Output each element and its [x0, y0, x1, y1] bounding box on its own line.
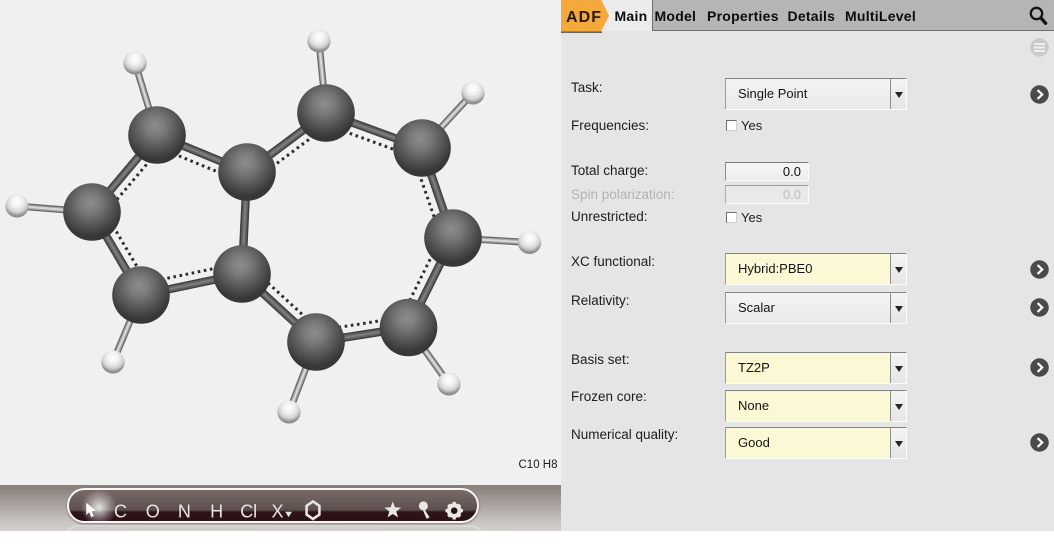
- svg-text:C: C: [114, 502, 127, 522]
- svg-text:O: O: [146, 502, 160, 522]
- svg-text:H: H: [210, 502, 223, 522]
- svg-text:Cl: Cl: [240, 502, 257, 522]
- svg-text:ADF: ADF: [566, 9, 602, 26]
- svg-text:N: N: [178, 502, 191, 522]
- svg-text:X: X: [271, 502, 283, 522]
